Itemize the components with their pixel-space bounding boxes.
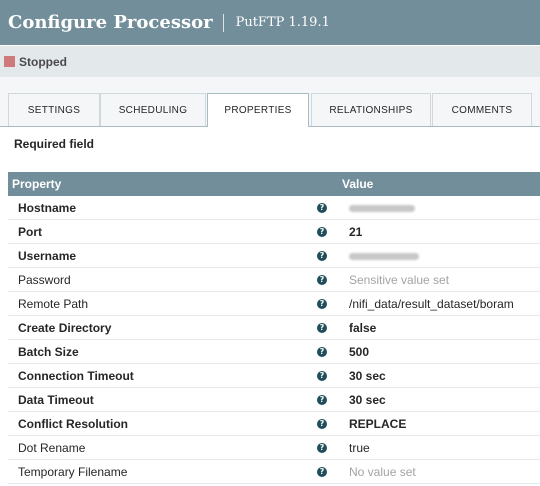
stopped-icon bbox=[4, 56, 15, 67]
question-circle-icon[interactable]: ? bbox=[317, 394, 327, 405]
question-circle-icon[interactable]: ? bbox=[317, 298, 327, 309]
table-row[interactable]: Connection Timeout? 30 sec bbox=[8, 364, 540, 388]
tab-comments[interactable]: COMMENTS bbox=[432, 93, 532, 126]
help-cell: ? bbox=[304, 418, 340, 429]
redacted-value bbox=[349, 252, 419, 260]
table-row[interactable]: Batch Size? 500 bbox=[8, 340, 540, 364]
required-field-label: Required field bbox=[14, 137, 95, 151]
property-name: Password bbox=[18, 272, 71, 287]
help-cell: ? bbox=[304, 274, 340, 285]
table-row[interactable]: Data Timeout? 30 sec bbox=[8, 388, 540, 412]
property-name: Data Timeout bbox=[18, 392, 94, 407]
property-name: Remote Path bbox=[18, 296, 89, 311]
property-name: Port bbox=[18, 224, 42, 239]
question-circle-icon[interactable]: ? bbox=[317, 466, 327, 477]
dialog-title: Configure Processor bbox=[8, 12, 213, 33]
question-circle-icon[interactable]: ? bbox=[317, 202, 327, 213]
property-name: Username bbox=[18, 248, 77, 263]
table-row[interactable]: Hostname? bbox=[8, 196, 540, 220]
help-cell: ? bbox=[304, 466, 340, 477]
table-row[interactable]: Password? Sensitive value set bbox=[8, 268, 540, 292]
help-cell: ? bbox=[304, 346, 340, 357]
table-row[interactable]: Create Directory? false bbox=[8, 316, 540, 340]
property-name: Dot Rename bbox=[18, 440, 86, 455]
table-row[interactable]: Port? 21 bbox=[8, 220, 540, 244]
table-row[interactable]: Conflict Resolution? REPLACE bbox=[8, 412, 540, 436]
processor-type: PutFTP 1.19.1 bbox=[235, 15, 330, 30]
property-value[interactable] bbox=[340, 249, 419, 263]
help-cell: ? bbox=[304, 250, 340, 261]
status-label: Stopped bbox=[19, 54, 67, 69]
property-value[interactable]: 500 bbox=[340, 345, 369, 359]
property-value[interactable] bbox=[340, 201, 415, 215]
property-value[interactable]: 30 sec bbox=[340, 393, 386, 407]
help-cell: ? bbox=[304, 394, 340, 405]
table-row[interactable]: Dot Rename? true bbox=[8, 436, 540, 460]
property-value[interactable]: REPLACE bbox=[340, 417, 406, 431]
tab-relationships[interactable]: RELATIONSHIPS bbox=[311, 93, 431, 126]
question-circle-icon[interactable]: ? bbox=[317, 418, 327, 429]
question-circle-icon[interactable]: ? bbox=[317, 370, 327, 381]
question-circle-icon[interactable]: ? bbox=[317, 226, 327, 237]
help-cell: ? bbox=[304, 370, 340, 381]
dialog-header: Configure Processor PutFTP 1.19.1 bbox=[0, 0, 540, 45]
property-name: Conflict Resolution bbox=[18, 416, 128, 431]
title-divider bbox=[222, 13, 224, 32]
properties-table: Property Value Hostname? Port? 21 Username?… bbox=[8, 172, 540, 484]
help-cell: ? bbox=[304, 226, 340, 237]
property-name: Temporary Filename bbox=[18, 464, 128, 479]
question-circle-icon[interactable]: ? bbox=[317, 250, 327, 261]
property-value[interactable]: false bbox=[340, 321, 376, 335]
table-header: Property Value bbox=[8, 172, 540, 196]
property-name: Hostname bbox=[18, 200, 77, 215]
question-circle-icon[interactable]: ? bbox=[317, 346, 327, 357]
tab-bar: SETTINGS SCHEDULING PROPERTIES RELATIONS… bbox=[0, 77, 540, 127]
help-cell: ? bbox=[304, 442, 340, 453]
property-value[interactable]: true bbox=[340, 441, 370, 455]
status-bar: Stopped bbox=[0, 46, 540, 77]
question-circle-icon[interactable]: ? bbox=[317, 274, 327, 285]
help-cell: ? bbox=[304, 322, 340, 333]
property-name: Create Directory bbox=[18, 320, 112, 335]
question-circle-icon[interactable]: ? bbox=[317, 442, 327, 453]
property-value[interactable]: /nifi_data/result_dataset/boram bbox=[340, 297, 514, 311]
tab-settings[interactable]: SETTINGS bbox=[8, 93, 100, 126]
help-cell: ? bbox=[304, 202, 340, 213]
tab-scheduling[interactable]: SCHEDULING bbox=[100, 93, 206, 126]
table-row[interactable]: Remote Path? /nifi_data/result_dataset/bo… bbox=[8, 292, 540, 316]
table-row[interactable]: Username? bbox=[8, 244, 540, 268]
property-name: Connection Timeout bbox=[18, 368, 134, 383]
property-value[interactable]: 21 bbox=[340, 225, 362, 239]
tab-properties[interactable]: PROPERTIES bbox=[207, 93, 309, 127]
column-value: Value bbox=[342, 177, 374, 191]
property-value[interactable]: 30 sec bbox=[340, 369, 386, 383]
property-value[interactable]: Sensitive value set bbox=[340, 273, 449, 287]
question-circle-icon[interactable]: ? bbox=[317, 322, 327, 333]
redacted-value bbox=[349, 204, 415, 212]
table-row[interactable]: Temporary Filename? No value set bbox=[8, 460, 540, 484]
column-property: Property bbox=[12, 177, 62, 191]
property-name: Batch Size bbox=[18, 344, 79, 359]
help-cell: ? bbox=[304, 298, 340, 309]
property-value[interactable]: No value set bbox=[340, 465, 416, 479]
